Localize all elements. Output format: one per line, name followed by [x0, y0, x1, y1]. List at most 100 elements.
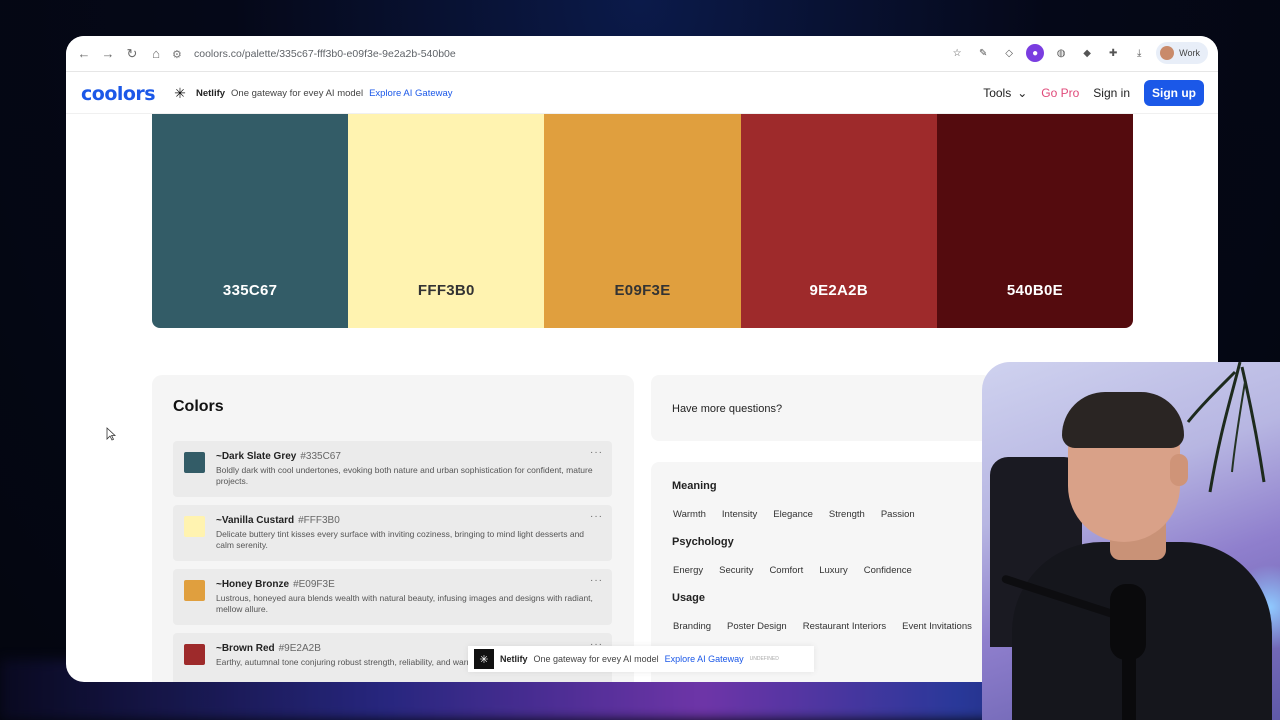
- plant-icon: [1186, 362, 1266, 493]
- go-pro-link[interactable]: Go Pro: [1041, 86, 1079, 100]
- sign-up-button[interactable]: Sign up: [1144, 80, 1204, 106]
- swatch-hex: FFF3B0: [417, 282, 475, 299]
- more-options-icon[interactable]: ···: [590, 575, 603, 586]
- usage-tag[interactable]: Poster Design: [721, 618, 793, 635]
- psychology-tag[interactable]: Energy: [667, 562, 709, 579]
- sponsor-banner[interactable]: ✳ Netlify One gateway for evey AI model …: [170, 85, 452, 101]
- color-hex: #FFF3B0: [298, 515, 340, 526]
- color-name-line: ~Honey Bronze #E09F3E: [216, 579, 335, 590]
- profile-button[interactable]: Work: [1156, 42, 1208, 64]
- color-name: ~Vanilla Custard: [216, 515, 295, 526]
- netlify-logo-icon: ✳: [174, 85, 186, 101]
- profile-label: Work: [1179, 48, 1200, 58]
- color-name-line: ~Dark Slate Grey #335C67: [216, 451, 341, 462]
- bottom-ad-bar[interactable]: ✳ Netlify One gateway for evey AI model …: [468, 646, 814, 672]
- psychology-title: Psychology: [672, 536, 734, 548]
- tools-label: Tools: [983, 86, 1012, 100]
- download-icon[interactable]: ⤓: [1130, 44, 1148, 62]
- sponsor-link[interactable]: Explore AI Gateway: [369, 88, 452, 99]
- tools-menu[interactable]: Tools ⌄: [983, 86, 1027, 100]
- color-hex: #9E2A2B: [278, 643, 321, 654]
- extension-purple-icon[interactable]: ●: [1026, 44, 1045, 62]
- person-hair: [1062, 392, 1184, 448]
- color-hex: #E09F3E: [293, 579, 335, 590]
- color-chip: [184, 580, 205, 601]
- sponsor-brand: Netlify: [196, 87, 226, 99]
- meaning-tag[interactable]: Strength: [823, 506, 871, 523]
- color-description: Boldly dark with cool undertones, evokin…: [216, 465, 593, 486]
- usage-tag[interactable]: Restaurant Interiors: [797, 618, 892, 635]
- color-chip: [184, 452, 205, 473]
- meaning-tag[interactable]: Warmth: [667, 506, 712, 523]
- coolors-logo[interactable]: coolors: [81, 83, 156, 105]
- ad-brand: Netlify: [500, 654, 528, 664]
- webcam-overlay: [982, 362, 1280, 720]
- person-ear: [1170, 454, 1188, 486]
- meaning-tag[interactable]: Elegance: [767, 506, 819, 523]
- swatch-hex: 335C67: [222, 282, 278, 299]
- psychology-tag[interactable]: Confidence: [858, 562, 918, 579]
- questions-card[interactable]: Have more questions?: [651, 375, 991, 441]
- more-options-icon[interactable]: ···: [590, 511, 603, 522]
- swatch-hex: 9E2A2B: [809, 282, 868, 299]
- extension-tag-icon[interactable]: ◆: [1078, 44, 1096, 62]
- color-description: Lustrous, honeyed aura blends wealth wit…: [216, 593, 593, 614]
- color-item[interactable]: ~Dark Slate Grey #335C67 Boldly dark with…: [173, 441, 612, 497]
- color-name: ~Brown Red: [216, 643, 275, 654]
- meaning-tag[interactable]: Intensity: [716, 506, 763, 523]
- site-header: coolors ✳ Netlify One gateway for evey A…: [66, 72, 1218, 114]
- color-name-line: ~Brown Red #9E2A2B: [216, 643, 321, 654]
- color-chip: [184, 644, 205, 665]
- usage-tags: Branding Poster Design Restaurant Interi…: [667, 618, 978, 635]
- color-name: ~Dark Slate Grey: [216, 451, 297, 462]
- browser-toolbar: ← → ↻ ⌂ ⚙ coolors.co/palette/335c67-fff3…: [66, 36, 1218, 72]
- home-icon[interactable]: ⌂: [144, 42, 168, 66]
- ad-small-label: UNDEFINED: [749, 656, 779, 662]
- color-chip: [184, 516, 205, 537]
- colors-card: Colors ~Dark Slate Grey #335C67 Boldly da…: [152, 375, 634, 682]
- shield-icon[interactable]: ◇: [1000, 44, 1018, 62]
- netlify-logo-icon: ✳: [474, 649, 494, 669]
- site-settings-icon[interactable]: ⚙: [172, 48, 194, 61]
- usage-tag[interactable]: Branding: [667, 618, 717, 635]
- swatch[interactable]: 540B0E: [936, 114, 1133, 328]
- psychology-tag[interactable]: Security: [713, 562, 759, 579]
- mic-stand: [1122, 658, 1136, 720]
- color-item[interactable]: ~Vanilla Custard #FFF3B0 Delicate buttery…: [173, 505, 612, 561]
- ad-link[interactable]: Explore AI Gateway: [665, 654, 744, 664]
- eyedropper-icon[interactable]: ✎: [974, 44, 992, 62]
- reload-icon[interactable]: ↻: [120, 42, 144, 66]
- more-options-icon[interactable]: ···: [590, 447, 603, 458]
- meaning-title: Meaning: [672, 480, 717, 492]
- sponsor-text: One gateway for evey AI model: [231, 87, 364, 99]
- color-hex: #335C67: [300, 451, 341, 462]
- star-icon[interactable]: ☆: [948, 44, 966, 62]
- back-arrow-icon[interactable]: ←: [72, 42, 96, 66]
- palette-strip: 335C67 FFF3B0 E09F3E 9E2A2B 540B0E: [152, 114, 1133, 328]
- questions-label: Have more questions?: [672, 403, 783, 415]
- psychology-tag[interactable]: Luxury: [813, 562, 854, 579]
- swatch[interactable]: 335C67: [152, 114, 349, 328]
- microphone-icon: [1110, 584, 1146, 660]
- psychology-tag[interactable]: Comfort: [763, 562, 809, 579]
- address-bar[interactable]: ⚙ coolors.co/palette/335c67-fff3b0-e09f3…: [172, 42, 952, 66]
- colors-title: Colors: [173, 398, 224, 415]
- usage-tag[interactable]: Event Invitations: [896, 618, 978, 635]
- meaning-tag[interactable]: Passion: [875, 506, 921, 523]
- forward-arrow-icon[interactable]: →: [96, 42, 120, 66]
- puzzle-icon[interactable]: ✚: [1104, 44, 1122, 62]
- avatar: [1160, 46, 1175, 60]
- color-name: ~Honey Bronze: [216, 579, 290, 590]
- color-description: Delicate buttery tint kisses every surfa…: [216, 529, 585, 550]
- swatch[interactable]: E09F3E: [544, 114, 741, 328]
- extension-globe-icon[interactable]: ◍: [1052, 44, 1070, 62]
- sign-in-link[interactable]: Sign in: [1093, 86, 1130, 100]
- meaning-tags: Warmth Intensity Elegance Strength Passi…: [667, 506, 921, 523]
- swatch[interactable]: FFF3B0: [348, 114, 545, 328]
- header-nav: Tools ⌄ Go Pro Sign in Sign up: [983, 80, 1204, 106]
- url-text: coolors.co/palette/335c67-fff3b0-e09f3e-…: [194, 48, 456, 60]
- mouse-cursor-icon: [106, 427, 116, 441]
- psychology-tags: Energy Security Comfort Luxury Confidenc…: [667, 562, 918, 579]
- color-item[interactable]: ~Honey Bronze #E09F3E Lustrous, honeyed a…: [173, 569, 612, 625]
- swatch[interactable]: 9E2A2B: [740, 114, 937, 328]
